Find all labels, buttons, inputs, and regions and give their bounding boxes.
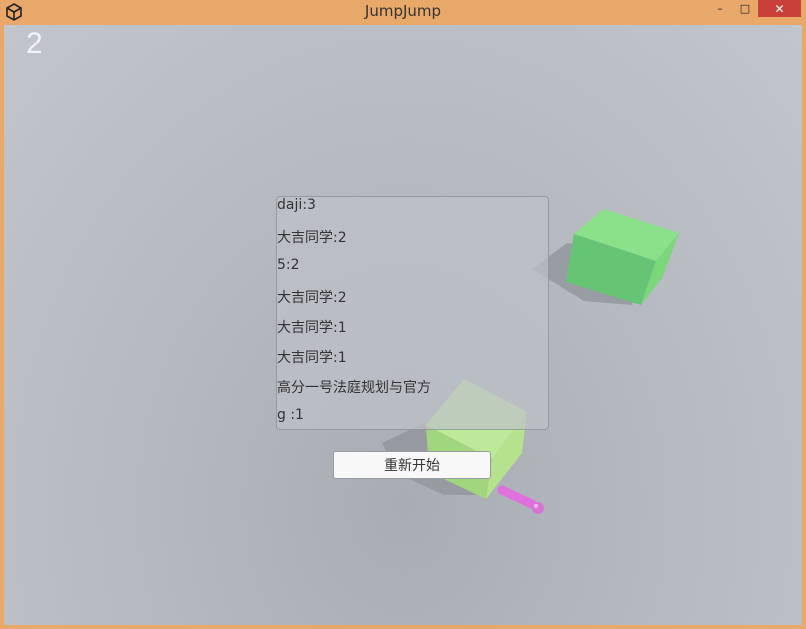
ranking-row: 大吉同学:2 xyxy=(277,230,347,246)
ranking-row: 大吉同学:1 xyxy=(277,350,347,366)
ranking-panel[interactable]: daji:3 大吉同学:2 5:2 大吉同学:2 大吉同学:1 大吉同学:1 高… xyxy=(276,196,549,430)
ranking-row: 高分一号法庭规划与官方 xyxy=(277,380,431,396)
title-bar[interactable]: JumpJump – □ ✕ xyxy=(0,0,806,24)
ranking-row: 大吉同学:2 xyxy=(277,290,347,306)
ranking-row: 大吉同学:1 xyxy=(277,320,347,336)
maximize-button[interactable]: □ xyxy=(735,0,755,17)
ranking-row: 5:2 xyxy=(277,257,300,273)
ranking-row: daji:3 xyxy=(277,197,316,213)
player-piece xyxy=(497,485,544,514)
window-title: JumpJump xyxy=(364,2,442,20)
minimize-button[interactable]: – xyxy=(708,0,732,17)
game-window: JumpJump – □ ✕ 2 daji:3 大吉同学:2 5:2 大吉同学:… xyxy=(0,0,806,629)
restart-button[interactable]: 重新开始 xyxy=(333,451,491,479)
game-viewport[interactable]: 2 daji:3 大吉同学:2 5:2 大吉同学:2 大吉同学:1 大吉同学:1… xyxy=(4,25,802,625)
close-button[interactable]: ✕ xyxy=(758,0,801,17)
score-counter: 2 xyxy=(26,27,43,60)
ranking-row: g :1 xyxy=(277,407,304,423)
